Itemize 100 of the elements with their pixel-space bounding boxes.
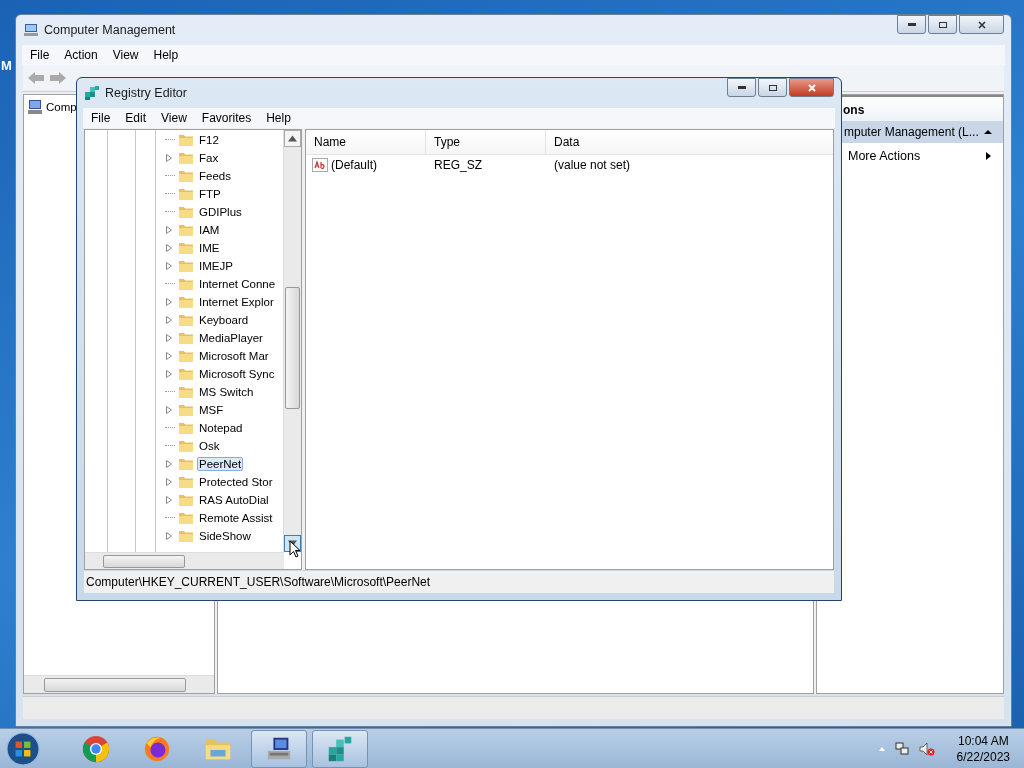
tree-item[interactable]: Comp	[46, 101, 77, 113]
close-icon	[806, 82, 817, 93]
maximize-button[interactable]	[758, 78, 787, 97]
tree-item[interactable]: Osk	[197, 439, 222, 453]
folder-icon	[178, 205, 194, 219]
folder-icon	[178, 529, 194, 543]
table-cell: (Default)	[331, 158, 377, 172]
vertical-scrollbar[interactable]	[283, 130, 301, 552]
computer-icon	[27, 99, 43, 115]
minimize-button[interactable]	[727, 78, 756, 97]
folder-icon	[178, 241, 194, 255]
tree-item[interactable]: Fax	[197, 151, 221, 165]
collapse-icon[interactable]	[983, 127, 993, 137]
string-value-icon	[312, 158, 328, 172]
menu-item[interactable]: Edit	[125, 111, 147, 125]
expand-icon[interactable]	[165, 298, 173, 306]
expand-icon[interactable]	[165, 532, 173, 540]
tree-item[interactable]: IAM	[197, 223, 222, 237]
expand-icon[interactable]	[165, 478, 173, 486]
expand-icon[interactable]	[165, 262, 173, 270]
folder-icon	[178, 313, 194, 327]
menu-item[interactable]: File	[91, 111, 111, 125]
menu-item[interactable]: Favorites	[201, 111, 252, 125]
expand-icon[interactable]	[165, 496, 173, 504]
table-cell-text: (value not set)	[553, 158, 632, 172]
desktop-icon-label[interactable]: M	[1, 58, 12, 73]
folder-icon	[178, 151, 194, 165]
menu-item[interactable]: File	[30, 48, 50, 62]
folder-icon	[178, 421, 194, 435]
column-header[interactable]: Name	[306, 130, 426, 154]
folder-icon	[178, 367, 194, 381]
cubes-icon	[84, 85, 100, 101]
actions-group[interactable]: mputer Management (L...	[842, 121, 1003, 143]
status-bar: Computer\HKEY_CURRENT_USER\Software\Microsoft\PeerNet	[84, 571, 834, 593]
menu-item[interactable]: Action	[64, 48, 98, 62]
column-header[interactable]: Type	[426, 130, 546, 154]
tree-item[interactable]: MS Switch	[197, 385, 256, 399]
window-title: Registry Editor	[105, 86, 187, 100]
clock-date[interactable]: 6/22/2023	[956, 748, 1010, 765]
minimize-icon	[737, 86, 746, 89]
forward-icon[interactable]	[49, 70, 67, 86]
tree-item[interactable]: IMEJP	[197, 259, 235, 273]
back-icon[interactable]	[27, 70, 45, 86]
tree-item[interactable]: SideShow	[197, 529, 253, 543]
taskbar-app-button[interactable]	[251, 729, 307, 768]
menu-item[interactable]: View	[161, 111, 187, 125]
folder-icon	[178, 457, 194, 471]
browser-ring-icon	[81, 733, 111, 764]
folder-icon	[178, 403, 194, 417]
tree-item[interactable]: Internet Explor	[197, 295, 276, 309]
expand-icon[interactable]	[165, 406, 173, 414]
scroll-thumb[interactable]	[285, 287, 300, 409]
tree-item[interactable]: Internet Conne	[197, 277, 278, 291]
tree-item[interactable]: FTP	[197, 187, 223, 201]
minimize-button[interactable]	[897, 15, 926, 34]
horizontal-scrollbar[interactable]	[85, 552, 284, 569]
tree-item[interactable]: Protected Stor	[197, 475, 275, 489]
tree-item[interactable]: Remote Assist	[197, 511, 275, 525]
expand-icon[interactable]	[165, 244, 173, 252]
folder-icon	[178, 349, 194, 363]
expand-icon[interactable]	[165, 370, 173, 378]
clock-time[interactable]: 10:04 AM	[957, 732, 1009, 749]
menu-item[interactable]: Help	[153, 48, 179, 62]
scroll-up-button[interactable]	[284, 130, 301, 147]
column-header[interactable]: Data	[546, 130, 833, 154]
menu-item[interactable]: Help	[266, 111, 291, 125]
expand-icon[interactable]	[165, 460, 173, 468]
folder-icon	[178, 439, 194, 453]
maximize-button[interactable]	[928, 15, 957, 34]
tree-item[interactable]: Notepad	[197, 421, 245, 435]
expand-icon[interactable]	[165, 334, 173, 342]
tree-item[interactable]: Feeds	[197, 169, 233, 183]
tree-item[interactable]: Keyboard	[197, 313, 251, 327]
tree-item[interactable]: RAS AutoDial	[197, 493, 271, 507]
folder-icon	[178, 331, 194, 345]
menu-item[interactable]: View	[112, 48, 139, 62]
expand-icon[interactable]	[165, 352, 173, 360]
network-icon[interactable]	[894, 740, 911, 757]
tree-item[interactable]: MSF	[197, 403, 226, 417]
close-button[interactable]	[789, 78, 834, 97]
start-button-icon[interactable]	[6, 731, 40, 766]
tree-item[interactable]: F12	[197, 133, 221, 147]
tree-item[interactable]: GDIPlus	[197, 205, 244, 219]
expand-icon[interactable]	[165, 154, 173, 162]
submenu-arrow-icon	[983, 151, 993, 161]
close-button[interactable]	[959, 15, 1004, 34]
tree-item[interactable]: Microsoft Mar	[197, 349, 271, 363]
expand-icon[interactable]	[165, 316, 173, 324]
tree-item[interactable]: MediaPlayer	[197, 331, 265, 345]
tree-item[interactable]: Microsoft Sync	[197, 367, 277, 381]
horizontal-scrollbar[interactable]	[24, 675, 214, 693]
action-item[interactable]: More Actions	[842, 143, 1003, 167]
computer-icon	[23, 22, 39, 38]
expand-icon[interactable]	[165, 226, 173, 234]
muted-speaker-icon[interactable]	[918, 740, 935, 757]
table-cell-text: REG_SZ	[433, 158, 483, 172]
close-icon	[976, 19, 987, 30]
folder-icon	[178, 295, 194, 309]
tree-item[interactable]: PeerNet	[197, 457, 244, 471]
tree-item[interactable]: IME	[197, 241, 222, 255]
